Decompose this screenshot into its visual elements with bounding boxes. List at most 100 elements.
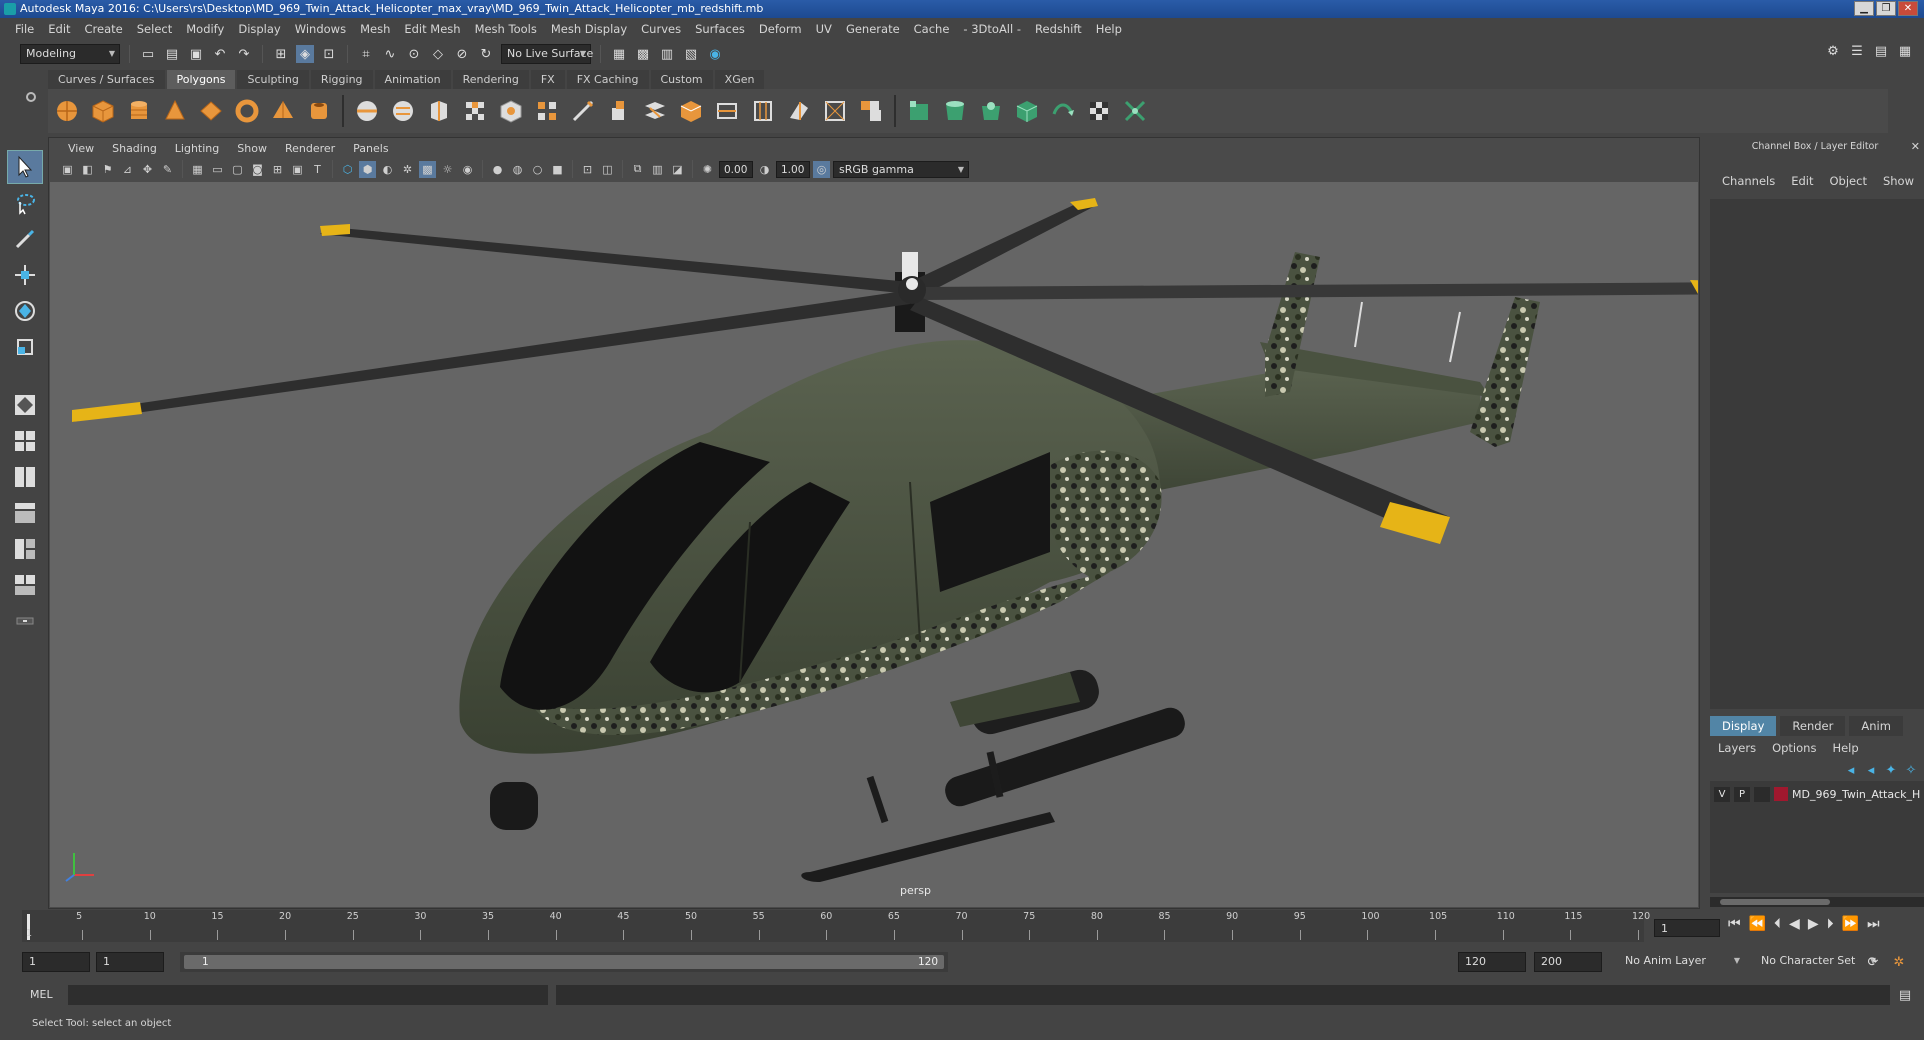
tab-fx[interactable]: FX (530, 70, 565, 89)
live-surface-field[interactable]: No Live Surface (501, 44, 593, 64)
isolate-select-icon[interactable]: ⊡ (579, 161, 596, 178)
animation-end-field[interactable]: 200 (1534, 952, 1602, 972)
perspective-viewport[interactable]: persp (50, 182, 1698, 907)
poly-sphere-icon[interactable] (54, 98, 80, 124)
snap-grid-icon[interactable]: ⌗ (357, 45, 375, 63)
menu-3dtoall[interactable]: - 3DtoAll - (956, 22, 1028, 36)
tab-render-layers[interactable]: Render (1780, 716, 1846, 736)
separate-icon[interactable] (390, 98, 416, 124)
step-back-frame-icon[interactable]: ⏴ (1774, 916, 1781, 932)
boolean-icon[interactable] (498, 98, 524, 124)
gamma-icon[interactable]: ◑ (756, 161, 773, 178)
render-frame-icon[interactable]: ▦ (610, 45, 628, 63)
menu-display[interactable]: Display (231, 22, 287, 36)
anim-layer-dropdown[interactable]: No Anim Layer (1620, 952, 1744, 972)
menu-edit-mesh[interactable]: Edit Mesh (397, 22, 467, 36)
viewport-menu-show[interactable]: Show (228, 142, 276, 155)
insert-edge-loop-icon[interactable] (750, 98, 776, 124)
safe-title-icon[interactable]: T (309, 161, 326, 178)
poly-cube-icon[interactable] (90, 98, 116, 124)
modeling-toolkit-icon[interactable]: ⚙ (1824, 42, 1842, 60)
layout-options-icon[interactable] (7, 604, 43, 638)
close-panel-icon[interactable]: ✕ (1911, 137, 1920, 157)
animation-start-field[interactable]: 1 (22, 952, 90, 972)
tab-custom[interactable]: Custom (650, 70, 713, 89)
menu-generate[interactable]: Generate (839, 22, 907, 36)
xray-icon[interactable]: ◫ (599, 161, 616, 178)
anti-aliasing-icon[interactable]: ○ (529, 161, 546, 178)
select-by-component-icon[interactable]: ⊡ (320, 45, 338, 63)
uv-unfold-icon[interactable] (1050, 98, 1076, 124)
wireframe-icon[interactable]: ⬡ (339, 161, 356, 178)
minimize-button[interactable]: ▁ (1854, 1, 1874, 16)
menu-create[interactable]: Create (78, 22, 130, 36)
safe-action-icon[interactable]: ▣ (289, 161, 306, 178)
viewport-menu-panels[interactable]: Panels (344, 142, 397, 155)
smooth-shade-icon[interactable]: ⬢ (359, 160, 376, 178)
poly-cylinder-icon[interactable] (126, 98, 152, 124)
uv-checker-icon[interactable] (1086, 98, 1112, 124)
layer-color-swatch[interactable] (1774, 787, 1788, 801)
channel-box-menu-object[interactable]: Object (1822, 174, 1875, 188)
select-camera-icon[interactable]: ▣ (59, 161, 76, 178)
script-language-label[interactable]: MEL (30, 988, 53, 1001)
append-polygon-icon[interactable] (714, 98, 740, 124)
menu-uv[interactable]: UV (809, 22, 839, 36)
menu-select[interactable]: Select (130, 22, 179, 36)
gate-mask-icon[interactable]: ◙ (249, 161, 266, 178)
layout-side-by-side-icon[interactable] (7, 460, 43, 494)
new-layer-icon[interactable]: ✦ (1884, 761, 1898, 779)
default-material-icon[interactable]: ◐ (379, 161, 396, 178)
uv-automatic-icon[interactable] (1014, 98, 1040, 124)
tab-animation[interactable]: Animation (374, 70, 451, 89)
channel-box-area[interactable] (1710, 199, 1924, 709)
viewport-menu-shading[interactable]: Shading (103, 142, 166, 155)
close-button[interactable]: ✕ (1898, 1, 1918, 16)
tool-settings-icon[interactable]: ▤ (1872, 42, 1890, 60)
snap-curve-icon[interactable]: ∿ (381, 45, 399, 63)
move-layer-down-icon[interactable]: ◂ (1864, 761, 1878, 779)
step-forward-key-icon[interactable]: ⏩ (1842, 916, 1859, 932)
new-scene-icon[interactable]: ▭ (139, 45, 157, 63)
scale-tool-icon[interactable] (7, 330, 43, 364)
attribute-editor-icon[interactable]: ☰ (1848, 42, 1866, 60)
poly-cone-icon[interactable] (162, 98, 188, 124)
menu-windows[interactable]: Windows (288, 22, 353, 36)
xray-active-icon[interactable]: ▥ (649, 161, 666, 178)
textured-icon[interactable]: ▩ (419, 160, 436, 178)
tab-sculpting[interactable]: Sculpting (237, 70, 309, 89)
script-editor-icon[interactable]: ▤ (1896, 986, 1914, 1004)
layout-persp-outliner-icon[interactable] (7, 496, 43, 530)
make-live-icon[interactable]: ⊘ (453, 45, 471, 63)
menu-cache[interactable]: Cache (907, 22, 957, 36)
combine-icon[interactable] (354, 98, 380, 124)
layer-menu-layers[interactable]: Layers (1710, 741, 1764, 755)
tab-xgen[interactable]: XGen (714, 70, 765, 89)
go-to-start-icon[interactable]: ⏮ (1728, 916, 1741, 932)
tab-rendering[interactable]: Rendering (452, 70, 529, 89)
menu-modify[interactable]: Modify (179, 22, 231, 36)
rotate-tool-icon[interactable] (7, 294, 43, 328)
uv-cylindrical-icon[interactable] (942, 98, 968, 124)
play-backwards-icon[interactable]: ◀ (1789, 916, 1800, 932)
backface-culling-icon[interactable]: ◪ (669, 161, 686, 178)
playback-end-field[interactable]: 120 (1458, 952, 1526, 972)
menu-surfaces[interactable]: Surfaces (688, 22, 752, 36)
camera-attributes-icon[interactable]: ◧ (79, 161, 96, 178)
step-back-key-icon[interactable]: ⏪ (1749, 916, 1766, 932)
gamma-field[interactable]: 1.00 (776, 160, 810, 178)
offset-edge-loop-icon[interactable] (786, 98, 812, 124)
poly-pipe-icon[interactable] (306, 98, 332, 124)
render-settings-icon[interactable]: ▥ (658, 45, 676, 63)
exposure-field[interactable]: 0.00 (719, 160, 753, 178)
bookmarks-icon[interactable]: ⚑ (99, 161, 116, 178)
extrude-icon[interactable] (606, 98, 632, 124)
menu-deform[interactable]: Deform (752, 22, 809, 36)
xray-joints-icon[interactable]: ⧉ (629, 161, 646, 178)
extract-icon[interactable] (426, 98, 452, 124)
shadows-icon[interactable]: ◉ (459, 161, 476, 178)
lasso-tool-icon[interactable] (7, 186, 43, 220)
tab-fx-caching[interactable]: FX Caching (566, 70, 649, 89)
open-scene-icon[interactable]: ▤ (163, 45, 181, 63)
time-slider[interactable]: 1 5 10 15 20 25 30 35 40 45 50 55 60 65 70 75 80 85 90 95 1… (22, 910, 1650, 942)
